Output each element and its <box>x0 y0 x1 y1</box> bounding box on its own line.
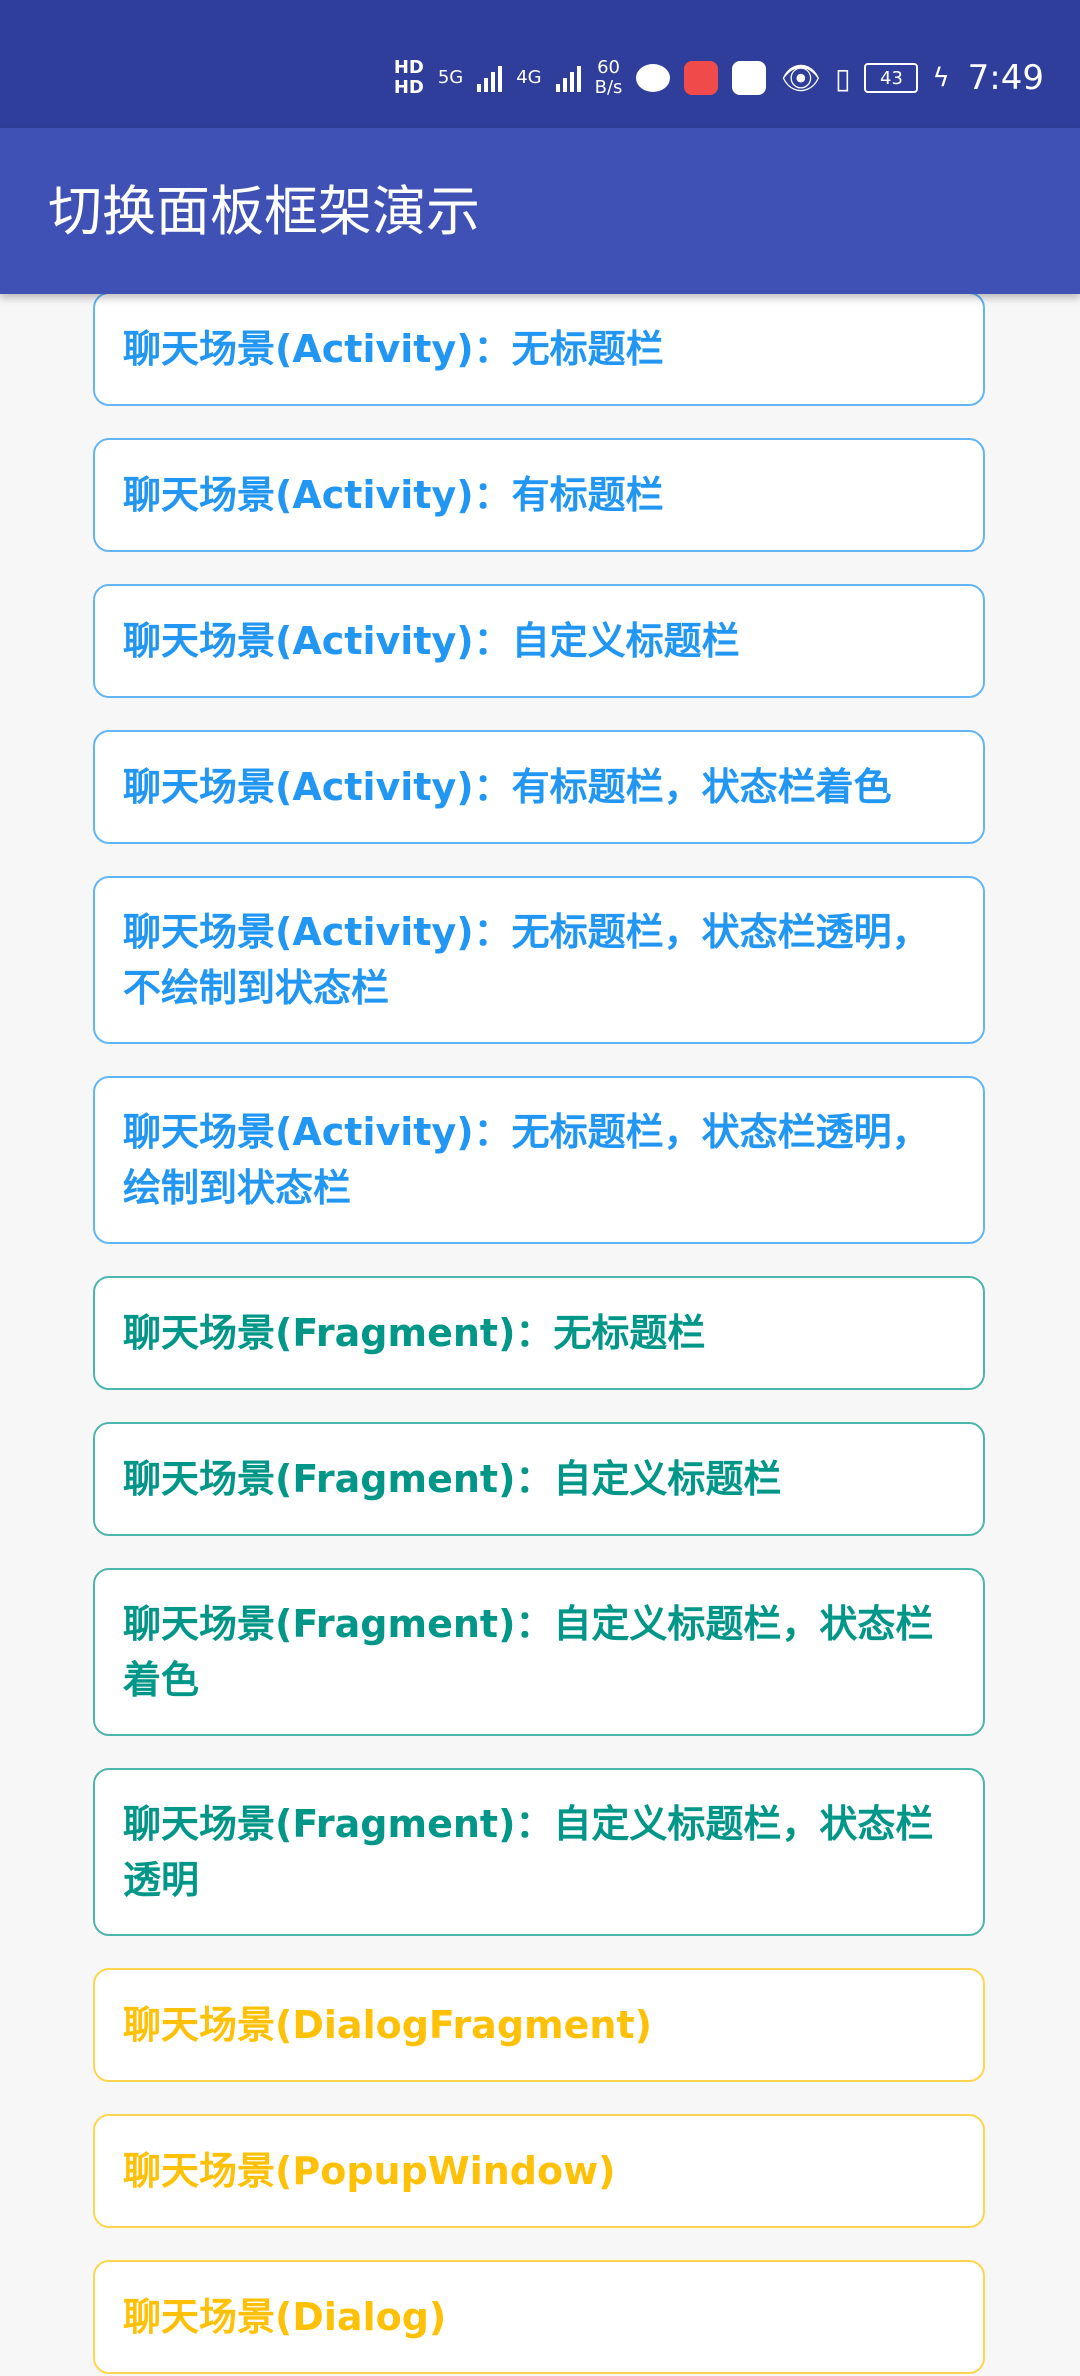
list-item-label: 聊天场景(Activity)：无标题栏 <box>123 327 664 371</box>
list-item-label: 聊天场景(Fragment)：无标题栏 <box>123 1311 706 1355</box>
vibrate-icon: ▯ <box>835 61 851 95</box>
hd-indicator: HD HD <box>394 58 424 98</box>
list-item[interactable]: 聊天场景(Activity)：有标题栏 <box>93 438 985 552</box>
demo-list[interactable]: 聊天场景(Activity)：无标题栏 聊天场景(Activity)：有标题栏 … <box>0 294 1080 2376</box>
list-item-label: 聊天场景(PopupWindow) <box>123 2149 616 2193</box>
charging-icon: ϟ <box>932 63 950 93</box>
net-5g-label: 5G <box>437 67 464 88</box>
list-item-label: 聊天场景(Fragment)：自定义标题栏，状态栏着色 <box>123 1602 934 1702</box>
list-item[interactable]: 聊天场景(PopupWindow) <box>93 2114 985 2228</box>
list-item[interactable]: 聊天场景(Activity)：无标题栏 <box>93 294 985 406</box>
list-item[interactable]: 聊天场景(Activity)：无标题栏，状态栏透明，不绘制到状态栏 <box>93 876 985 1044</box>
list-item-label: 聊天场景(Activity)：无标题栏，状态栏透明，绘制到状态栏 <box>123 1110 930 1210</box>
hd-bottom-label: HD <box>393 77 424 98</box>
app-icon <box>732 61 767 95</box>
list-item[interactable]: 聊天场景(Fragment)：无标题栏 <box>93 1276 985 1390</box>
list-item[interactable]: 聊天场景(Fragment)：自定义标题栏，状态栏透明 <box>93 1768 985 1936</box>
list-item[interactable]: 聊天场景(Dialog) <box>93 2260 985 2374</box>
battery-icon: 43 <box>864 63 919 93</box>
list-item-label: 聊天场景(DialogFragment) <box>123 2003 652 2047</box>
list-item[interactable]: 聊天场景(Activity)：自定义标题栏 <box>93 584 985 698</box>
list-item[interactable]: 聊天场景(Fragment)：自定义标题栏，状态栏着色 <box>93 1568 985 1736</box>
list-item[interactable]: 聊天场景(Fragment)：自定义标题栏 <box>93 1422 985 1536</box>
app-bar: 切换面板框架演示 <box>0 128 1080 294</box>
status-icons: HD HD 5G 4G 60 B/s 👁 ▯ 43 ϟ 7:49 <box>394 52 1044 104</box>
signal-icon <box>555 64 581 92</box>
list-item-label: 聊天场景(Activity)：有标题栏 <box>123 473 664 517</box>
net-4g-label: 4G <box>516 67 542 88</box>
list-item-label: 聊天场景(Activity)：自定义标题栏 <box>123 619 740 663</box>
battery-level: 43 <box>880 67 903 89</box>
clock: 7:49 <box>967 58 1044 98</box>
network-4g: 4G <box>516 68 541 88</box>
list-item-label: 聊天场景(Activity)：有标题栏，状态栏着色 <box>123 765 892 809</box>
list-item[interactable]: 聊天场景(Activity)：有标题栏，状态栏着色 <box>93 730 985 844</box>
app-icon <box>684 61 719 95</box>
list-item[interactable]: 聊天场景(DialogFragment) <box>93 1968 985 2082</box>
network-speed: 60 B/s <box>595 58 623 98</box>
list-item[interactable]: 聊天场景(Activity)：无标题栏，状态栏透明，绘制到状态栏 <box>93 1076 985 1244</box>
wechat-icon <box>636 64 671 92</box>
page-title: 切换面板框架演示 <box>48 180 480 243</box>
eye-icon: 👁 <box>780 59 822 97</box>
speed-unit: B/s <box>594 77 623 98</box>
signal-icon <box>477 64 503 92</box>
hd-top-label: HD <box>393 57 424 78</box>
network-5g: 5G <box>438 68 463 88</box>
list-item-label: 聊天场景(Dialog) <box>123 2295 447 2339</box>
list-item-label: 聊天场景(Activity)：无标题栏，状态栏透明，不绘制到状态栏 <box>123 910 930 1010</box>
status-bar: HD HD 5G 4G 60 B/s 👁 ▯ 43 ϟ 7:49 <box>0 0 1080 128</box>
list-item-label: 聊天场景(Fragment)：自定义标题栏 <box>123 1457 782 1501</box>
speed-value: 60 <box>597 57 620 78</box>
list-item-label: 聊天场景(Fragment)：自定义标题栏，状态栏透明 <box>123 1802 934 1902</box>
